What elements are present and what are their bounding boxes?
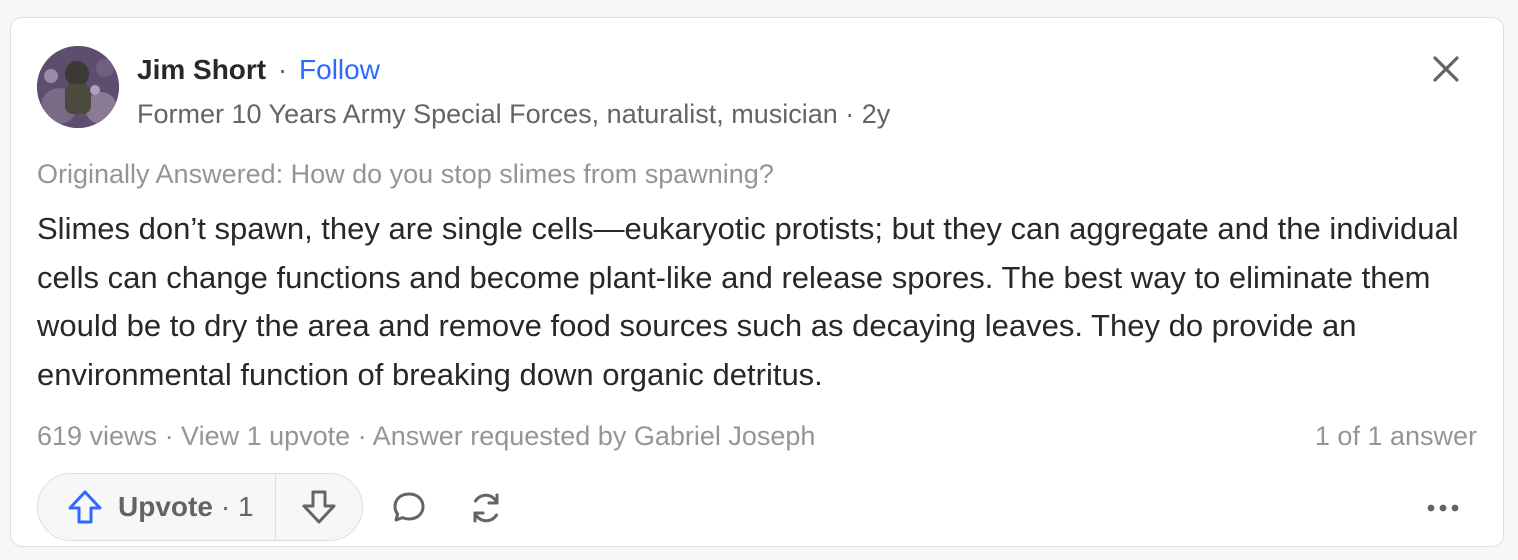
arrow-up-icon [68,490,102,524]
arrow-down-icon [302,490,336,524]
answer-body: Slimes don’t spawn, they are single cell… [37,211,1459,392]
vote-group: Upvote · 1 [37,473,363,541]
author-row: Jim Short · Follow [137,52,380,88]
answer-position: 1 of 1 answer [1314,421,1477,451]
more-icon [1427,504,1459,512]
answer-stats[interactable]: 619 views · View 1 upvote · Answer reque… [37,418,815,454]
separator-dot: · [277,54,288,85]
close-button[interactable] [1429,52,1463,86]
answer-card: Jim Short · Follow Former 10 Years Army … [10,17,1504,547]
upvote-count: · 1 [220,491,254,522]
author-credential: Former 10 Years Army Special Forces, nat… [137,99,891,129]
upvote-label: Upvote [118,491,213,522]
comment-button[interactable] [389,488,429,528]
originally-answered-question[interactable]: Originally Answered: How do you stop sli… [37,156,774,192]
upvote-button[interactable]: Upvote · 1 [38,474,276,540]
comment-icon [393,492,425,522]
author-avatar[interactable] [37,46,119,128]
more-options-button[interactable] [1423,488,1463,528]
follow-link[interactable]: Follow [299,54,380,85]
downvote-button[interactable] [276,474,362,540]
share-icon [473,493,499,523]
share-button[interactable] [466,488,506,528]
author-name[interactable]: Jim Short [137,54,266,85]
close-icon [1433,56,1459,82]
